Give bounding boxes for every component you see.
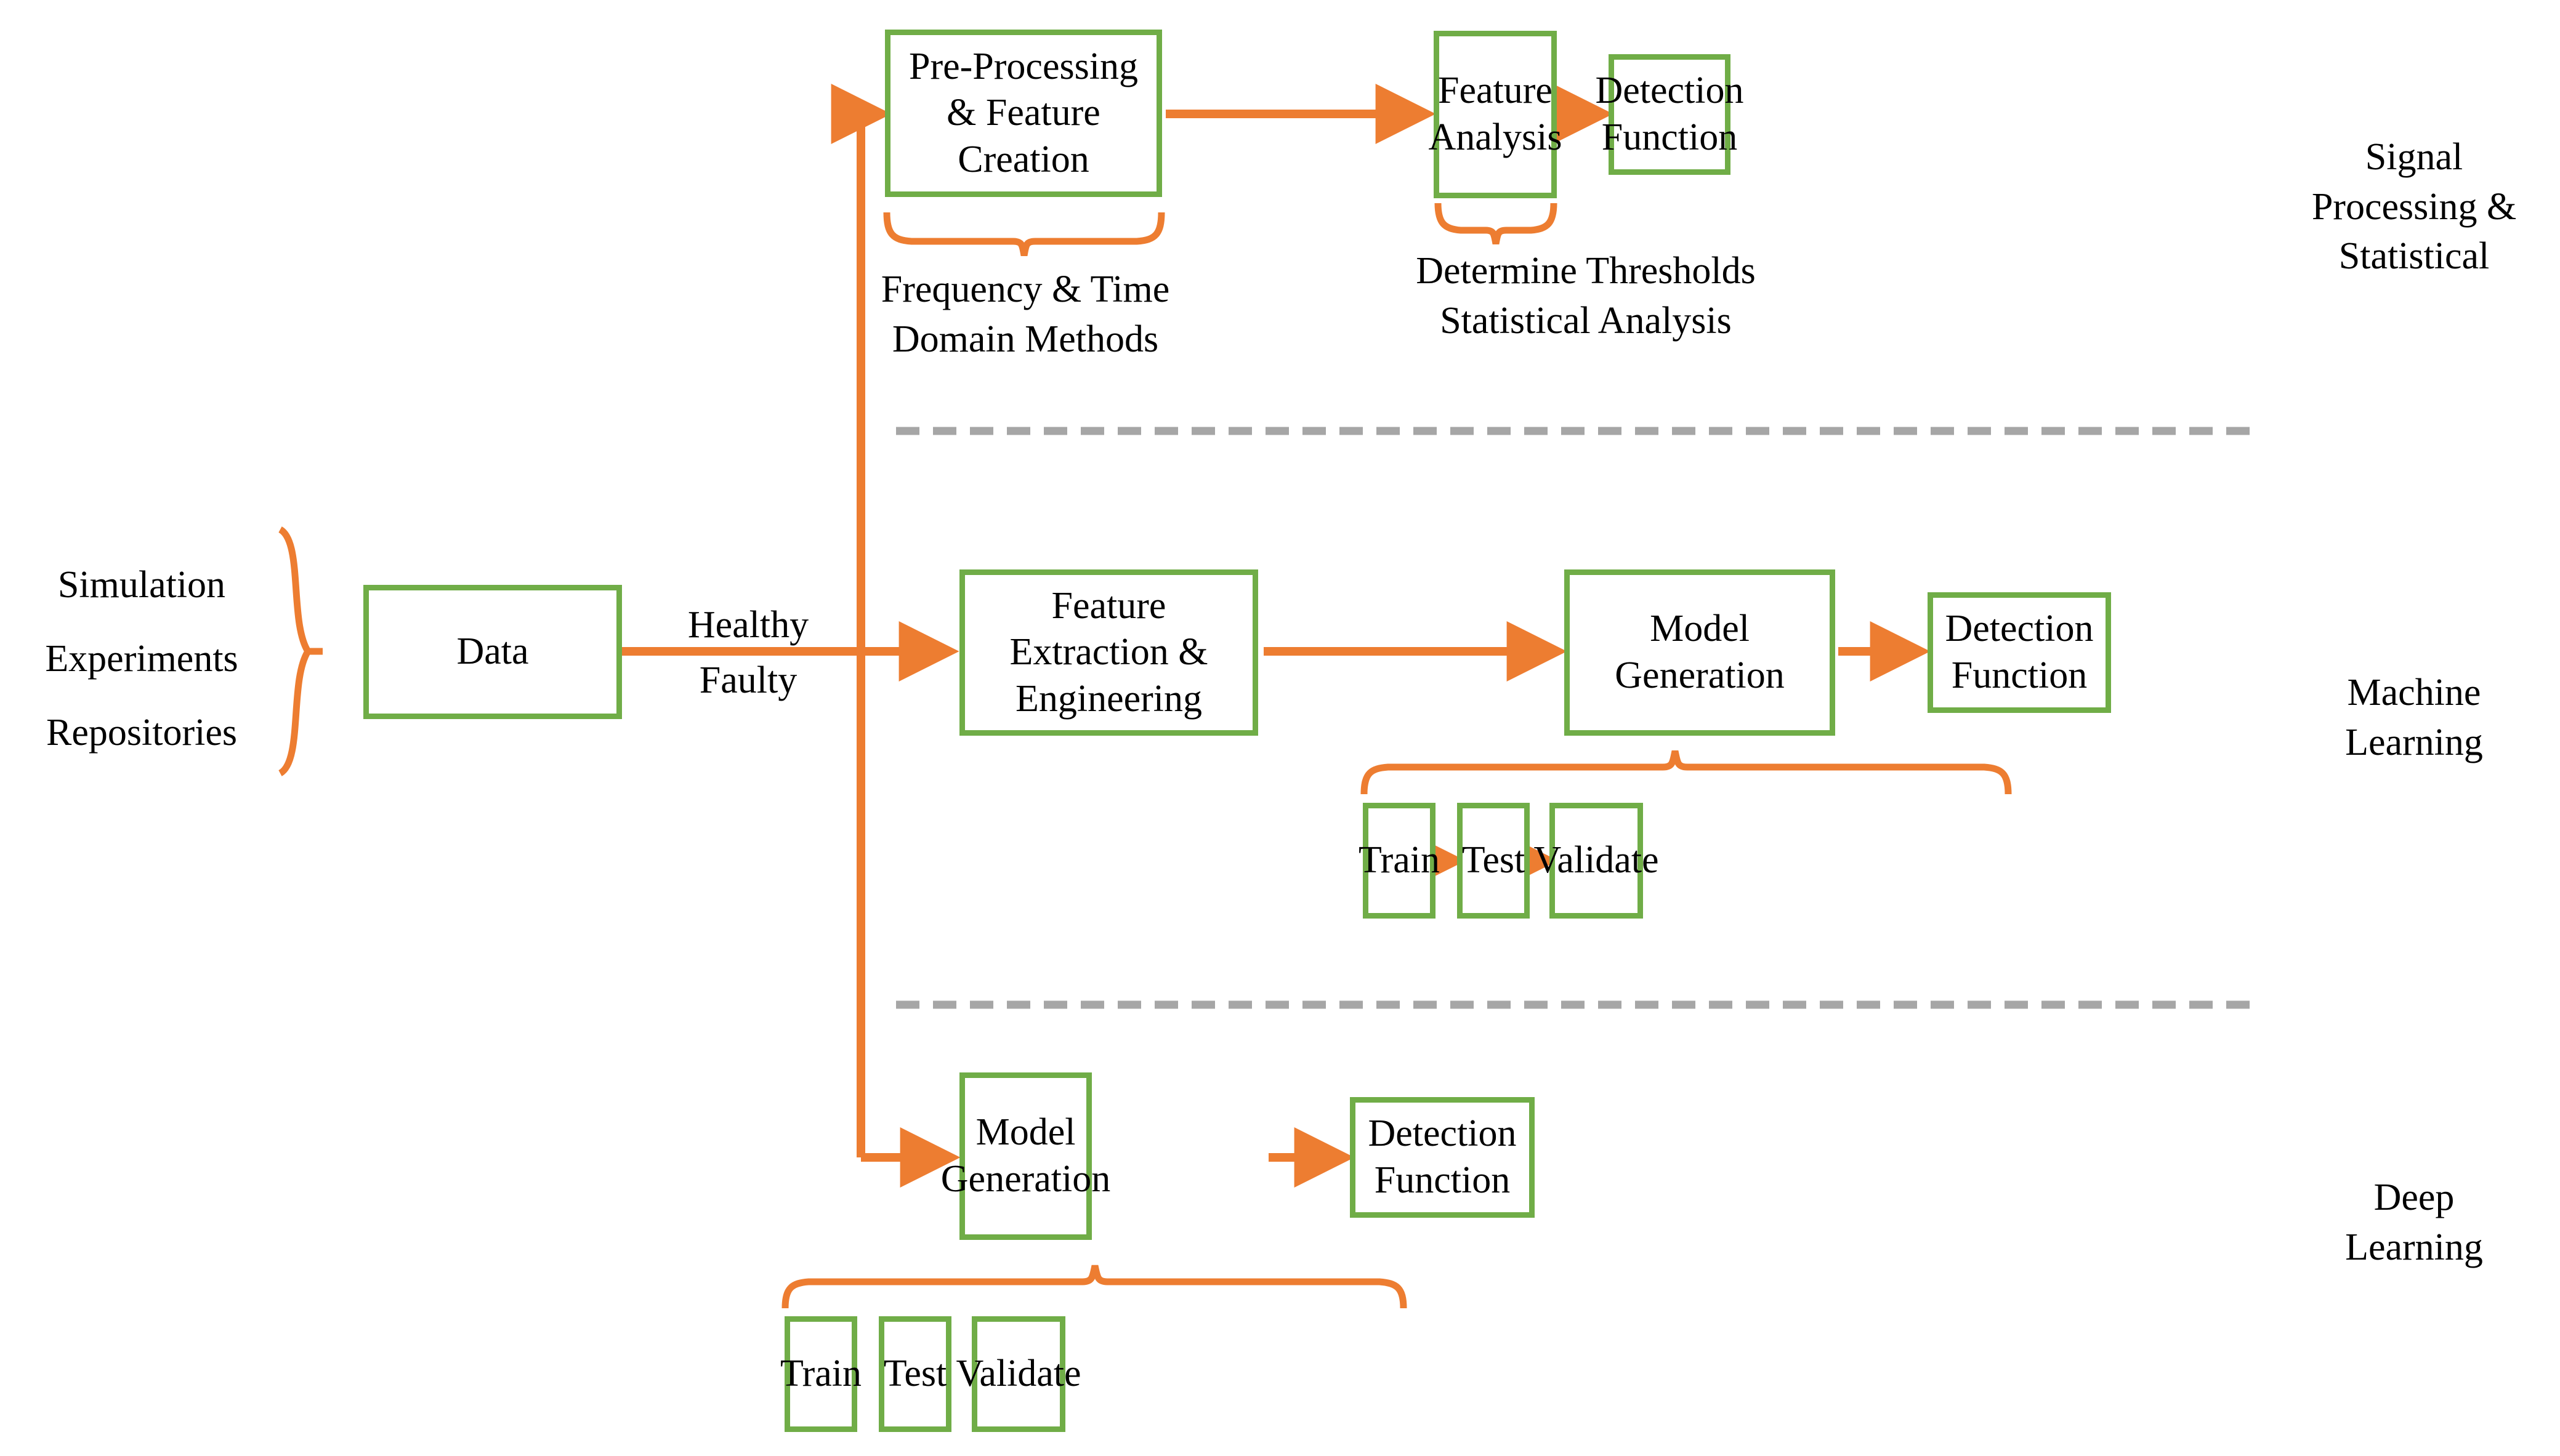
node-pre-processing-feature-creation[interactable]: Pre-Processing & Feature Creation: [885, 30, 1162, 197]
node-train-ml-label: Train: [1358, 839, 1440, 882]
node-validate-ml[interactable]: Validate: [1533, 803, 1659, 919]
sources-brace: [278, 526, 312, 776]
node-test-ml[interactable]: Test: [1457, 803, 1530, 919]
node-data-label: Data: [456, 630, 529, 673]
connector-layer: [278, 84, 2254, 1402]
branch-label-deep-learning: Deep Learning: [2345, 1176, 2483, 1268]
split-label-healthy: Healthy: [687, 604, 809, 646]
branch-label-machine-learning: Machine Learning: [2345, 672, 2483, 763]
node-train-dl-label: Train: [780, 1353, 862, 1395]
ml-train-test-validate-brace: [1360, 750, 2012, 795]
node-train-ml[interactable]: Train: [1359, 803, 1440, 919]
annotation-frequency-time-domain-methods: Frequency & Time Domain Methods: [881, 268, 1170, 360]
node-detection-function-signal-label: Detection Function: [1595, 70, 1744, 158]
node-model-generation-ml[interactable]: Model Generation: [1564, 569, 1835, 736]
node-test-dl[interactable]: Test: [879, 1316, 951, 1432]
source-item-repositories: Repositories: [46, 712, 237, 754]
determine-thresholds-brace: [1434, 203, 1557, 245]
source-item-experiments: Experiments: [45, 638, 238, 680]
source-item-simulation: Simulation: [57, 564, 226, 606]
node-validate-ml-label: Validate: [1533, 839, 1659, 882]
node-detection-function-dl-label: Detection Function: [1368, 1112, 1517, 1201]
node-data[interactable]: Data: [363, 585, 622, 719]
node-validate-dl[interactable]: Validate: [956, 1316, 1081, 1432]
node-detection-function-dl[interactable]: Detection Function: [1350, 1097, 1535, 1218]
node-model-generation-dl[interactable]: Model Generation: [941, 1072, 1110, 1240]
dl-train-test-validate-brace: [781, 1265, 1407, 1309]
frequency-time-brace: [883, 212, 1165, 256]
node-feature-analysis[interactable]: Feature Analysis: [1429, 31, 1562, 198]
branch-label-signal-processing: Signal Processing & Statistical: [2311, 136, 2517, 278]
node-test-dl-label: Test: [883, 1353, 947, 1395]
node-validate-dl-label: Validate: [956, 1353, 1081, 1395]
node-feature-analysis-label: Feature Analysis: [1428, 70, 1562, 158]
node-model-generation-dl-label: Model Generation: [940, 1111, 1111, 1200]
node-detection-function-signal[interactable]: Detection Function: [1596, 54, 1744, 175]
split-label-faulty: Faulty: [699, 659, 797, 701]
node-detection-function-ml-label: Detection Function: [1945, 608, 2094, 696]
node-feature-extraction-engineering-label: Feature Extraction & Engineering: [1009, 584, 1208, 720]
node-train-dl[interactable]: Train: [780, 1316, 862, 1432]
node-feature-extraction-engineering[interactable]: Feature Extraction & Engineering: [959, 569, 1258, 736]
node-test-ml-label: Test: [1461, 839, 1525, 882]
node-detection-function-ml[interactable]: Detection Function: [1928, 592, 2111, 713]
node-model-generation-ml-label: Model Generation: [1615, 608, 1785, 696]
diagram-canvas: Simulation Experiments Repositories Data…: [0, 0, 2560, 1456]
node-pre-processing-feature-creation-label: Pre-Processing & Feature Creation: [909, 45, 1138, 180]
annotation-determine-thresholds-statistical-analysis: Determine Thresholds Statistical Analysi…: [1416, 250, 1756, 342]
